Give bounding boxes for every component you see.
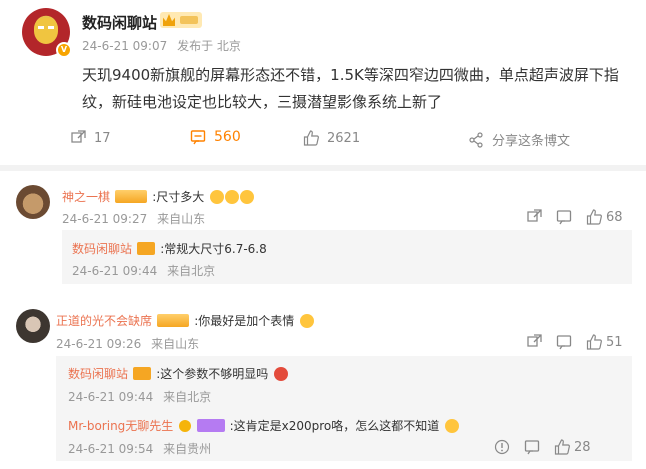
emoji-icon xyxy=(225,189,240,204)
reply-time: 24-6-21 09:44 xyxy=(68,390,154,404)
comment-icon[interactable] xyxy=(556,334,572,350)
comment-button[interactable]: 560 xyxy=(190,129,241,145)
reply-time: 24-6-21 09:54 xyxy=(68,442,154,456)
comment-actions: 68 xyxy=(526,209,623,225)
repost-icon[interactable] xyxy=(526,209,542,225)
comment-icon[interactable] xyxy=(524,439,540,455)
comment-text: :尺寸多大 xyxy=(152,190,205,204)
like-count: 2621 xyxy=(327,130,361,146)
thumbs-up-icon xyxy=(586,334,602,350)
reply-text: :这个参数不够明显吗 xyxy=(156,367,269,381)
share-label: 分享这条博文 xyxy=(492,134,571,149)
reply-header: 数码闲聊站 :常规大尺寸6.7-6.8 xyxy=(72,238,267,257)
comment-actions: 51 xyxy=(526,334,623,350)
comment-like-button[interactable]: 51 xyxy=(586,334,623,350)
commenter-name[interactable]: 神之一棋 xyxy=(62,190,110,204)
reply-text: :这肯定是x200pro咯，怎么这都不知道 xyxy=(229,419,440,433)
comment-count: 560 xyxy=(214,129,241,145)
comment-like-count: 68 xyxy=(606,209,623,225)
emoji-icon xyxy=(274,366,289,381)
comment-time: 24-6-21 09:26 xyxy=(56,337,142,351)
reply-header: 数码闲聊站 :这个参数不够明显吗 xyxy=(68,363,289,382)
crown-badge-icon xyxy=(160,12,202,28)
reply-like-count: 28 xyxy=(574,439,591,455)
report-icon[interactable] xyxy=(494,439,510,455)
reply-meta: 24-6-21 09:44 来自北京 xyxy=(72,262,215,279)
emoji-icon xyxy=(300,313,315,328)
emoji-icon xyxy=(240,189,255,204)
reply-like-button[interactable]: 28 xyxy=(554,439,591,455)
reply-header: Mr-boring无聊先生 :这肯定是x200pro咯，怎么这都不知道 xyxy=(68,415,460,434)
comment-location: 来自山东 xyxy=(151,337,200,351)
emoji-icon xyxy=(210,189,225,204)
emoji-icon xyxy=(445,418,460,433)
share-icon xyxy=(469,131,483,148)
share-button[interactable]: 分享这条博文 xyxy=(468,130,570,149)
fan-badge-icon xyxy=(157,314,190,327)
commenter-name[interactable]: 正道的光不会缺席 xyxy=(56,314,152,328)
reply-location: 来自贵州 xyxy=(163,442,212,456)
reply-meta: 24-6-21 09:54 来自贵州 xyxy=(68,440,211,457)
like-button[interactable]: 2621 xyxy=(303,130,360,146)
post-meta: 24-6-21 09:07 发布于 北京 xyxy=(82,37,241,54)
repost-icon[interactable] xyxy=(526,334,542,350)
comment-meta: 24-6-21 09:27 来自山东 xyxy=(62,210,205,227)
comment-icon[interactable] xyxy=(556,209,572,225)
thumbs-up-icon xyxy=(554,439,570,455)
section-divider xyxy=(0,165,646,171)
thumbs-up-icon xyxy=(586,209,602,225)
comment-meta: 24-6-21 09:26 来自山东 xyxy=(56,335,199,352)
verified-badge-icon: V xyxy=(56,42,72,58)
commenter-avatar[interactable] xyxy=(16,185,50,219)
repost-count: 17 xyxy=(94,130,111,146)
reply-author[interactable]: Mr-boring无聊先生 xyxy=(68,419,173,433)
reply-author[interactable]: 数码闲聊站 xyxy=(68,367,128,381)
comment-like-count: 51 xyxy=(606,334,623,350)
author-name[interactable]: 数码闲聊站 xyxy=(82,12,157,33)
post-time: 24-6-21 09:07 xyxy=(82,39,168,53)
verified-icon xyxy=(179,419,192,432)
author-tag-icon xyxy=(133,367,152,380)
comment-header: 正道的光不会缺席 :你最好是加个表情 xyxy=(56,310,315,329)
comment-icon xyxy=(190,130,206,145)
comment-location: 来自山东 xyxy=(157,212,206,226)
reply-actions: 28 xyxy=(494,439,591,455)
post-source: 发布于 北京 xyxy=(177,39,241,53)
comment-time: 24-6-21 09:27 xyxy=(62,212,148,226)
author-tag-icon xyxy=(137,242,156,255)
reply-author[interactable]: 数码闲聊站 xyxy=(72,242,132,256)
fan-badge-icon xyxy=(115,190,148,203)
reply-location: 来自北京 xyxy=(167,264,216,278)
reply-text: :常规大尺寸6.7-6.8 xyxy=(160,242,267,256)
reply-time: 24-6-21 09:44 xyxy=(72,264,158,278)
reply-location: 来自北京 xyxy=(163,390,212,404)
comment-like-button[interactable]: 68 xyxy=(586,209,623,225)
reply-meta: 24-6-21 09:44 来自北京 xyxy=(68,388,211,405)
post-content: 天玑9400新旗舰的屏幕形态还不错，1.5K等深四窄边四微曲，单点超声波屏下指纹… xyxy=(82,66,619,111)
comment-header: 神之一棋 :尺寸多大 xyxy=(62,186,255,205)
commenter-avatar[interactable] xyxy=(16,309,50,343)
comment-text: :你最好是加个表情 xyxy=(194,314,295,328)
repost-icon xyxy=(71,130,86,143)
vip-badge-icon xyxy=(196,419,225,432)
thumbs-up-icon xyxy=(303,130,319,146)
repost-button[interactable]: 17 xyxy=(70,130,111,146)
